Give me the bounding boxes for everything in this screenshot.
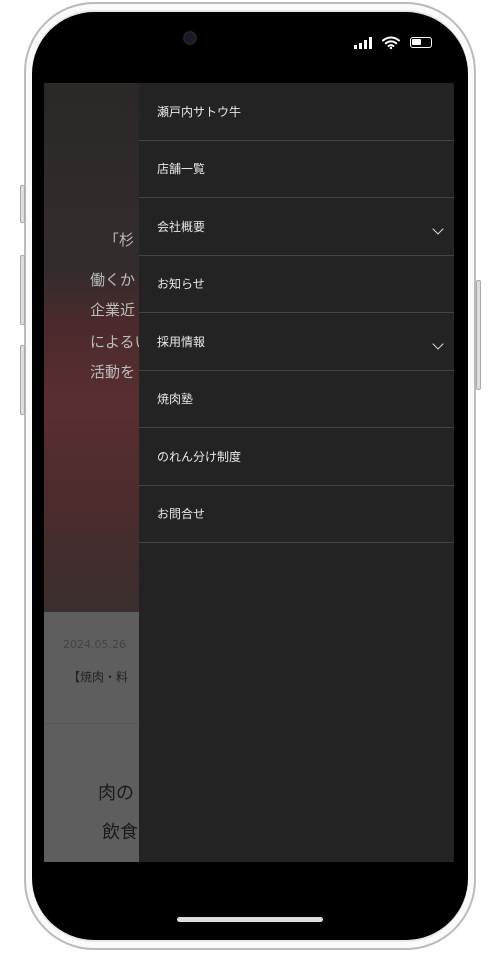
page-content: 「杉 働くか 企業近 によるい 活動を 2024.05.26 【焼肉・料 肉の … — [44, 83, 454, 862]
menu-item-label: 採用情報 — [157, 334, 206, 349]
menu-item-franchise[interactable]: のれん分け制度 — [139, 428, 454, 486]
menu-item-label: 焼肉塾 — [157, 392, 194, 407]
phone-screen: 「杉 働くか 企業近 によるい 活動を 2024.05.26 【焼肉・料 肉の … — [32, 12, 468, 940]
power-button — [476, 280, 481, 390]
hero-text-line: 企業近 — [90, 301, 136, 319]
wifi-icon — [382, 36, 400, 49]
menu-item-company[interactable]: 会社概要 — [139, 198, 454, 256]
volume-down-button — [20, 345, 25, 415]
home-indicator[interactable] — [177, 917, 323, 922]
lead-text-line: 肉の — [98, 783, 134, 804]
menu-item-contact[interactable]: お問合せ — [139, 486, 454, 543]
chevron-down-icon[interactable] — [432, 223, 444, 235]
hero-text-line: 働くか — [90, 271, 136, 289]
camera-icon — [183, 31, 197, 45]
menu-item-recruit[interactable]: 採用情報 — [139, 313, 454, 371]
hero-text-line: 活動を — [90, 363, 136, 381]
menu-item-label: 瀬戸内サトウ牛 — [157, 104, 242, 119]
volume-up-button — [20, 255, 25, 325]
news-title-link[interactable]: 【焼肉・料 — [68, 668, 128, 685]
menu-item-label: お知らせ — [157, 277, 205, 292]
battery-icon — [410, 37, 432, 48]
menu-item-yakiniku-school[interactable]: 焼肉塾 — [139, 371, 454, 428]
menu-item-label: お問合せ — [157, 507, 206, 522]
menu-item-label: のれん分け制度 — [157, 449, 242, 464]
menu-item-setouchi-satou-beef[interactable]: 瀬戸内サトウ牛 — [139, 83, 454, 141]
signal-icon — [354, 36, 372, 49]
news-date: 2024.05.26 — [63, 638, 126, 651]
lead-text-line: 飲食 — [102, 822, 138, 843]
menu-item-news[interactable]: お知らせ — [139, 256, 454, 313]
menu-item-label: 会社概要 — [157, 219, 206, 234]
menu-item-stores[interactable]: 店舗一覧 — [139, 141, 454, 198]
silent-switch — [20, 185, 25, 223]
status-bar — [32, 12, 468, 83]
nav-drawer: 瀬戸内サトウ牛 店舗一覧 会社概要 お知らせ 採用情報 焼肉塾 のれん分け制度 … — [139, 83, 454, 862]
menu-item-label: 店舗一覧 — [157, 162, 206, 177]
chevron-down-icon[interactable] — [432, 338, 444, 350]
hero-heading: 「杉 — [104, 231, 135, 249]
